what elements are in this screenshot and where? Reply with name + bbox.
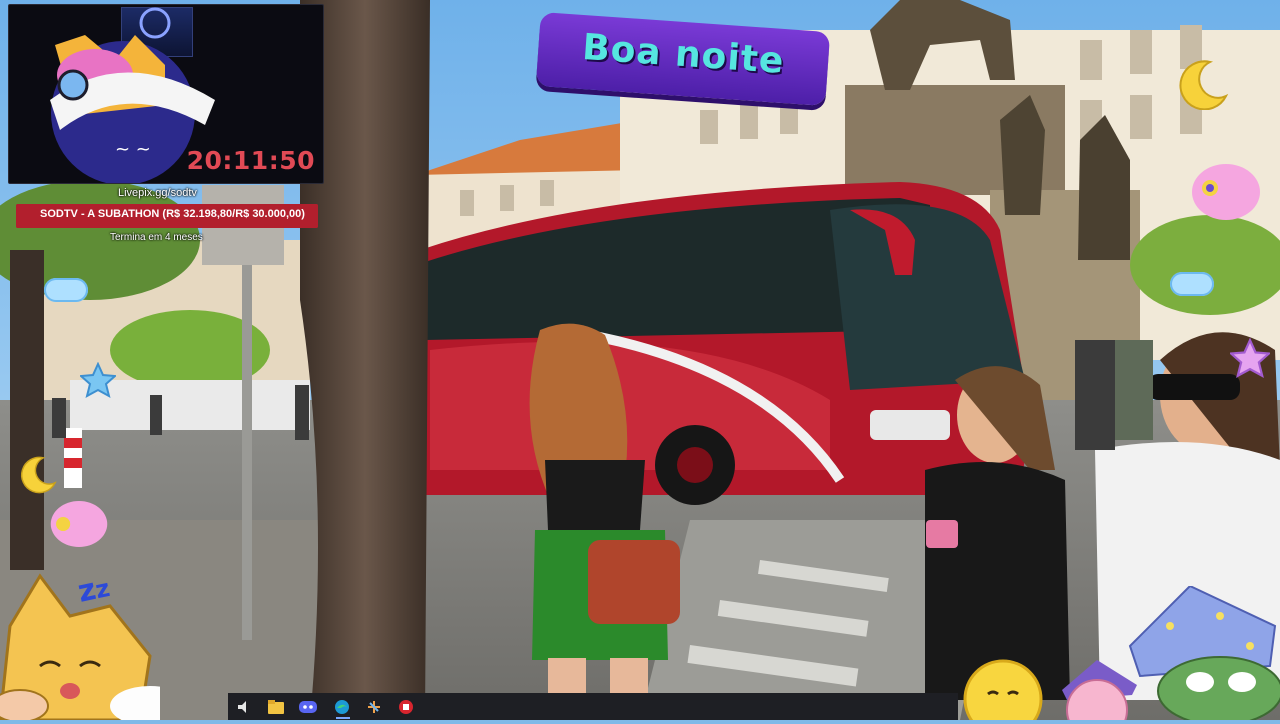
svg-text:~ ~: ~ ~ bbox=[115, 139, 151, 160]
moon-sticker-left bbox=[14, 452, 58, 500]
traffic-barrier bbox=[64, 428, 82, 488]
tree-trunk-left bbox=[10, 250, 44, 570]
subathon-timer: 20:11:50 bbox=[186, 146, 315, 175]
flower-cloud-sticker-left bbox=[44, 494, 114, 558]
goal-label: SODTV - A SUBATHON (R$ 32.198,80/R$ 30.0… bbox=[40, 208, 305, 220]
goal-subtext: Termina em 4 meses bbox=[110, 232, 203, 243]
taskbar-active-indicator bbox=[336, 717, 350, 719]
sun-face-sticker bbox=[958, 654, 1048, 724]
edge-icon[interactable] bbox=[332, 697, 351, 716]
moon-sticker-top-right bbox=[1170, 58, 1230, 111]
red-coach-bus bbox=[420, 182, 1030, 505]
cloud-sticker-left bbox=[44, 278, 88, 302]
cloud-sticker-right bbox=[1170, 272, 1214, 296]
discord-icon[interactable] bbox=[298, 697, 317, 716]
speaker-icon[interactable] bbox=[234, 697, 253, 716]
stream-app-icon[interactable] bbox=[396, 697, 415, 716]
stream-logo-panel: ~ ~ 20:11:50 bbox=[8, 4, 324, 184]
greeting-banner-text: Boa noite bbox=[580, 27, 786, 83]
star-sticker-right bbox=[1228, 337, 1272, 382]
flower-cloud-sticker-right bbox=[1188, 158, 1264, 226]
tool-icon[interactable] bbox=[364, 697, 383, 716]
star-sticker-left bbox=[78, 361, 118, 402]
windows-taskbar bbox=[228, 693, 958, 720]
file-explorer-icon[interactable] bbox=[266, 697, 285, 716]
donation-url: Livepix.gg/sodtv bbox=[118, 187, 197, 199]
subathon-goal-bar: SODTV - A SUBATHON (R$ 32.198,80/R$ 30.0… bbox=[16, 204, 318, 228]
kirby-wizard-sticker bbox=[1052, 660, 1142, 724]
